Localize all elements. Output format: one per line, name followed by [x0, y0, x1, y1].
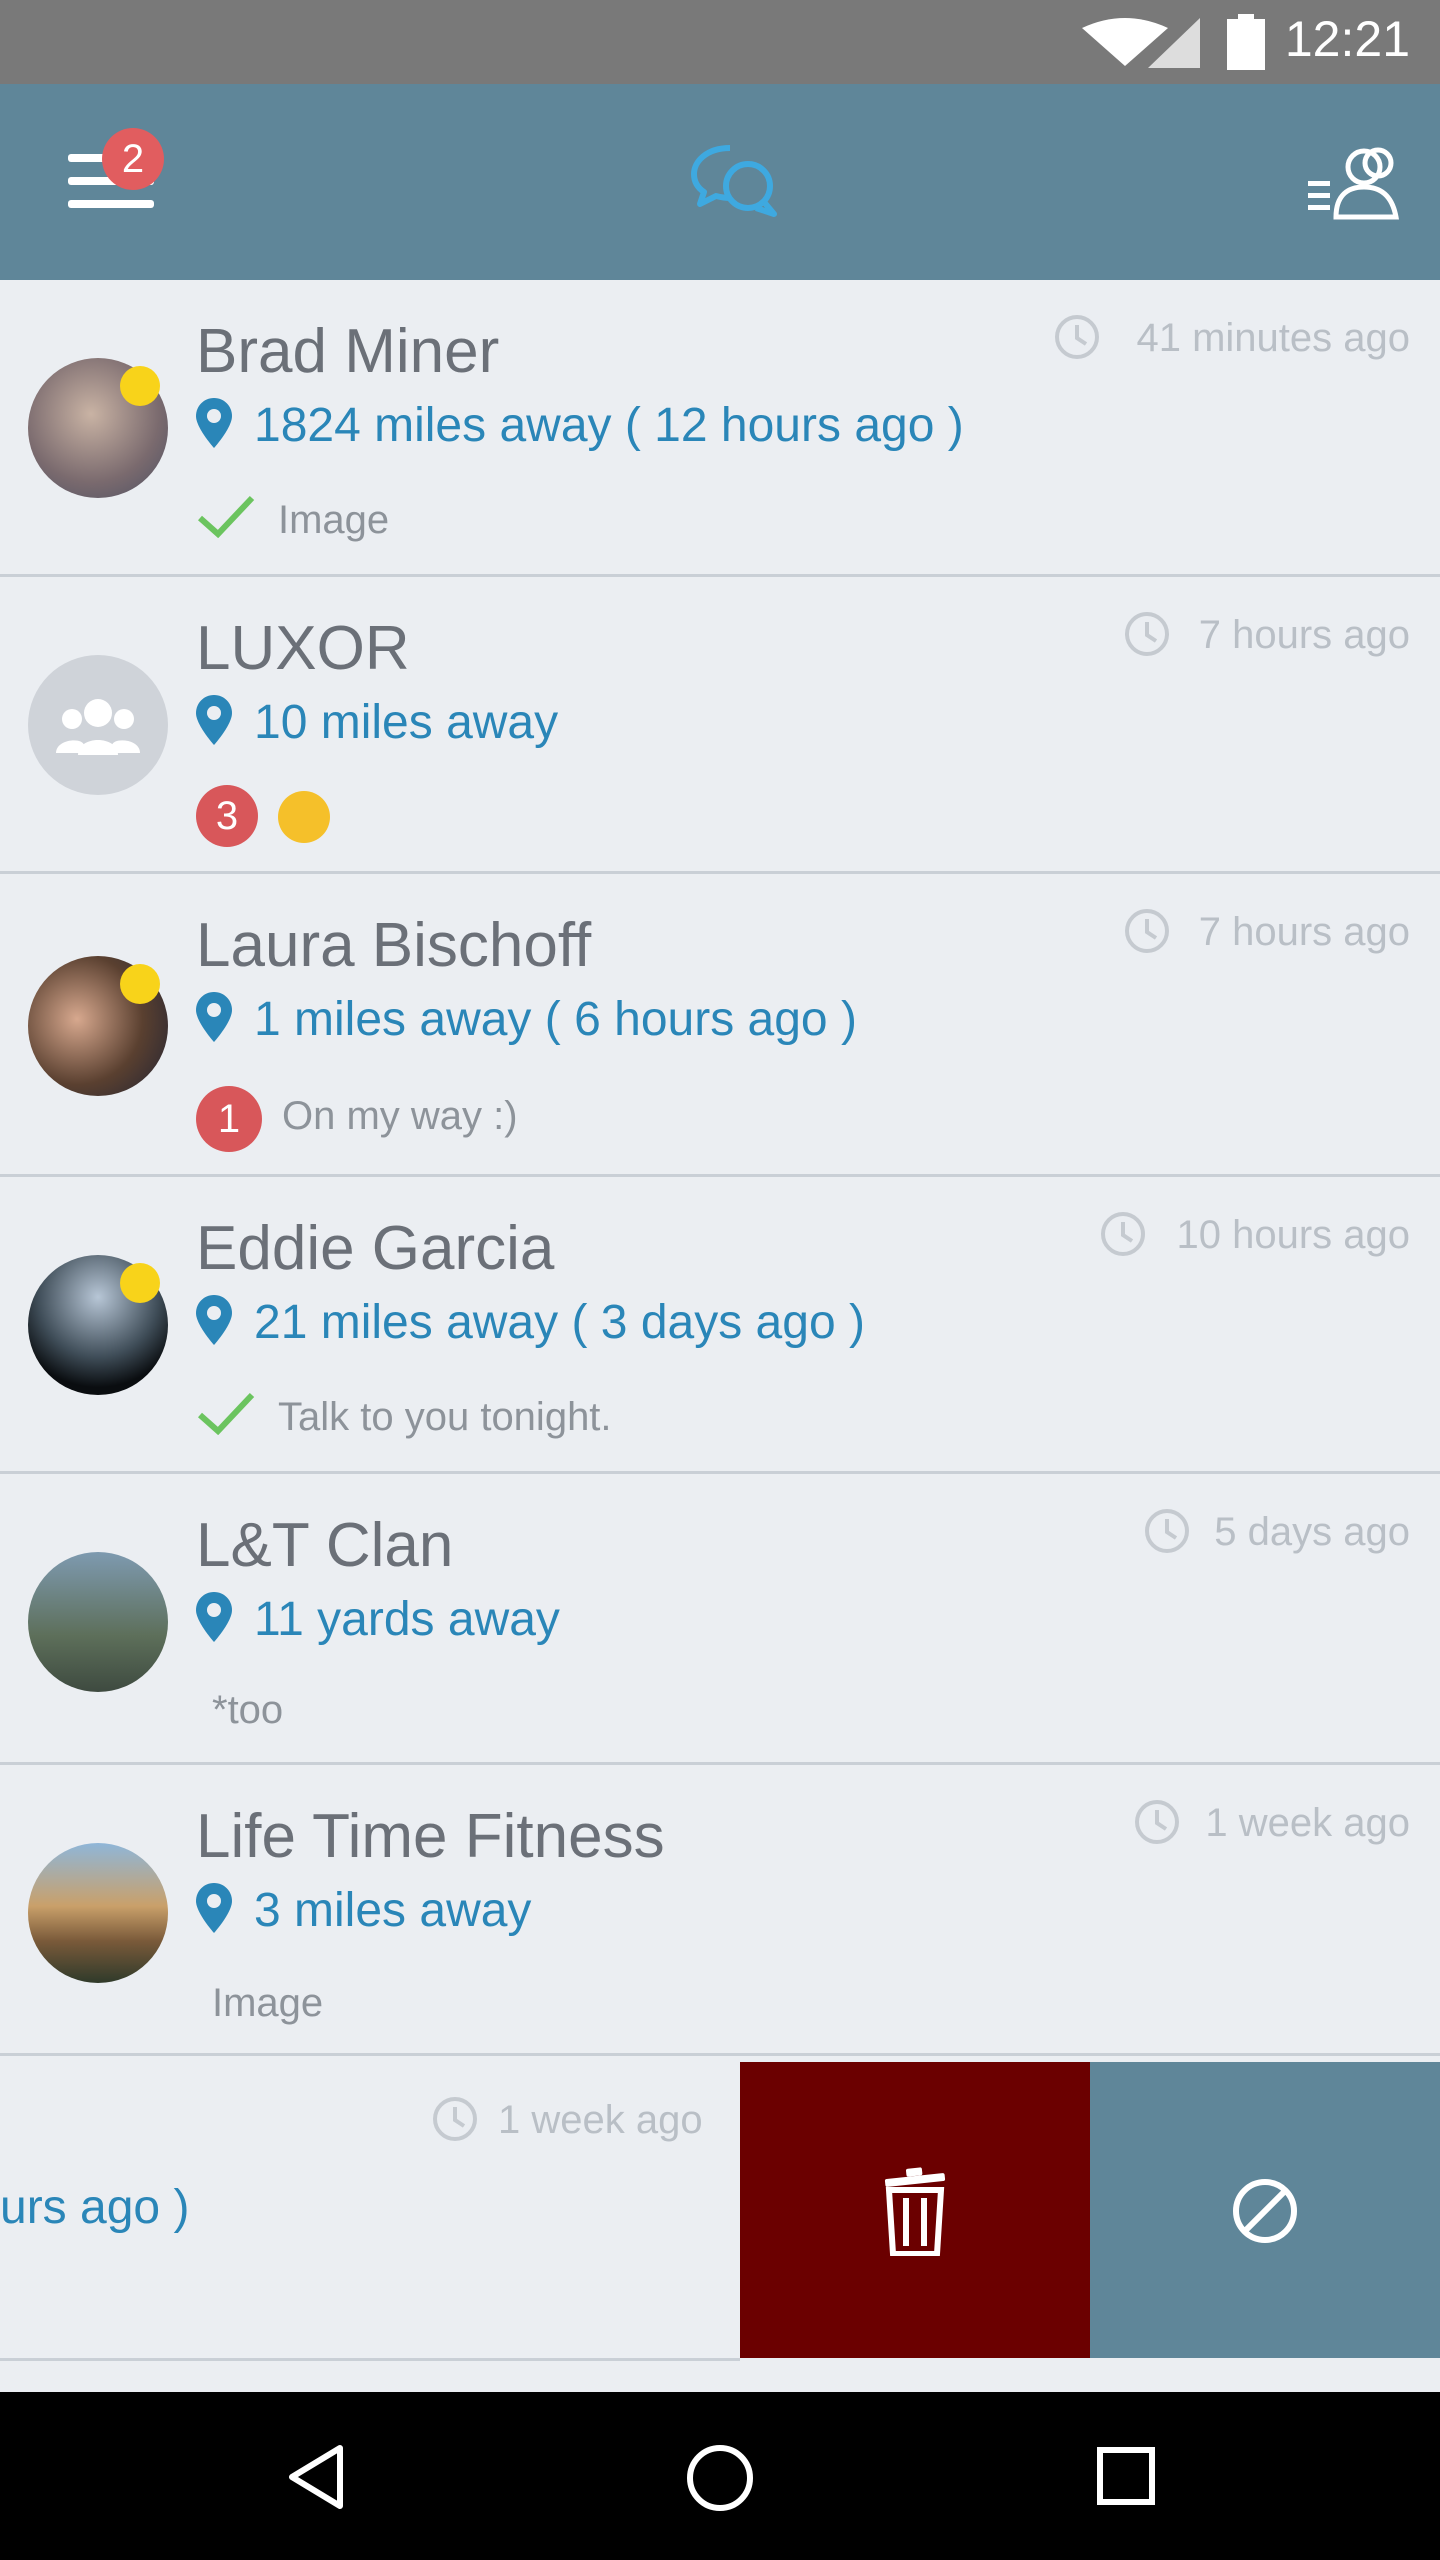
trash-icon: [884, 2167, 946, 2256]
conversation-row[interactable]: Laura Bischoff 1 miles away ( 6 hours ag…: [0, 874, 1440, 1177]
swiped-row-content[interactable]: 1 week ago urs ago ): [0, 2062, 740, 2361]
block-icon: [1233, 2179, 1297, 2243]
distance-text: 11 yards away: [254, 1593, 560, 1646]
unread-count-badge: 1: [196, 1086, 262, 1152]
online-indicator: [120, 366, 160, 406]
message-snippet: On my way :): [282, 1094, 518, 1138]
distance-text: 1 miles away ( 6 hours ago ): [254, 993, 857, 1046]
conversation-row[interactable]: Life Time Fitness 3 miles away 1 week ag…: [0, 1765, 1440, 2056]
message-time: 41 minutes ago: [1136, 316, 1410, 360]
online-indicator: [120, 964, 160, 1004]
location-pin-icon: [196, 695, 232, 745]
location-pin-icon: [196, 1592, 232, 1642]
location-pin-icon: [196, 1295, 232, 1345]
battery-icon: [1227, 14, 1265, 70]
contact-name: Eddie Garcia: [196, 1214, 555, 1283]
message-snippet: *too: [212, 1688, 284, 1732]
message-time: 10 hours ago: [1176, 1213, 1410, 1257]
chat-bubbles-icon[interactable]: [690, 142, 780, 218]
clock-icon: [1135, 1800, 1179, 1844]
delete-button[interactable]: [740, 2062, 1090, 2358]
cell-signal-icon: [1148, 18, 1200, 68]
distance-text: urs ago ): [0, 2181, 190, 2234]
location-pin-icon: [196, 398, 232, 448]
online-indicator: [120, 1263, 160, 1303]
contact-name: L&T Clan: [196, 1511, 454, 1580]
contact-name: Life Time Fitness: [196, 1802, 665, 1871]
conversation-row[interactable]: Brad Miner 1824 miles away ( 12 hours ag…: [0, 280, 1440, 577]
distance-text: 21 miles away ( 3 days ago ): [254, 1296, 865, 1349]
recents-icon[interactable]: [1096, 2446, 1156, 2506]
block-button[interactable]: [1090, 2062, 1440, 2358]
clock-icon: [1125, 612, 1169, 656]
message-time: 7 hours ago: [1198, 613, 1410, 657]
check-icon: [198, 495, 255, 538]
menu-notification-badge: 2: [102, 128, 164, 190]
swiped-conversation-row[interactable]: 1 week ago urs ago ): [0, 2062, 1440, 2361]
clock-icon: [433, 2097, 477, 2141]
clock-icon: [1145, 1509, 1189, 1553]
distance-text: 10 miles away: [254, 696, 559, 749]
group-avatar: [28, 655, 168, 795]
message-time: 5 days ago: [1214, 1510, 1410, 1554]
message-snippet: Image: [278, 498, 390, 542]
distance-text: 3 miles away: [254, 1884, 532, 1937]
conversation-row[interactable]: LUXOR 10 miles away 7 hours ago 3: [0, 577, 1440, 874]
conversation-row[interactable]: Eddie Garcia 21 miles away ( 3 days ago …: [0, 1177, 1440, 1474]
clock-icon: [1101, 1212, 1145, 1256]
back-icon[interactable]: [286, 2444, 346, 2510]
clock-icon: [1125, 909, 1169, 953]
message-snippet: Talk to you tonight.: [278, 1395, 612, 1439]
emoji-icon: [278, 791, 330, 843]
clock-time: 12:21: [1284, 11, 1410, 67]
group-icon: [56, 699, 140, 755]
location-pin-icon: [196, 1883, 232, 1933]
status-bar: 12:21: [0, 0, 1440, 84]
contact-name: LUXOR: [196, 614, 410, 683]
message-time: 7 hours ago: [1198, 910, 1410, 954]
message-time: 1 week ago: [498, 2098, 703, 2142]
contact-name: Brad Miner: [196, 317, 500, 386]
clock-icon: [1055, 315, 1099, 359]
distance-text: 1824 miles away ( 12 hours ago ): [254, 399, 964, 452]
contact-name: Laura Bischoff: [196, 911, 592, 980]
conversation-row[interactable]: L&T Clan 11 yards away 5 days ago *too: [0, 1474, 1440, 1765]
contacts-icon[interactable]: [1308, 145, 1402, 221]
message-time: 1 week ago: [1205, 1801, 1410, 1845]
avatar: [28, 1843, 168, 1983]
avatar: [28, 1552, 168, 1692]
home-icon[interactable]: [686, 2444, 754, 2512]
system-nav-bar: [0, 2392, 1440, 2560]
location-pin-icon: [196, 992, 232, 1042]
unread-count-badge: 3: [196, 785, 258, 847]
check-icon: [198, 1392, 255, 1435]
message-snippet: Image: [212, 1981, 324, 2025]
